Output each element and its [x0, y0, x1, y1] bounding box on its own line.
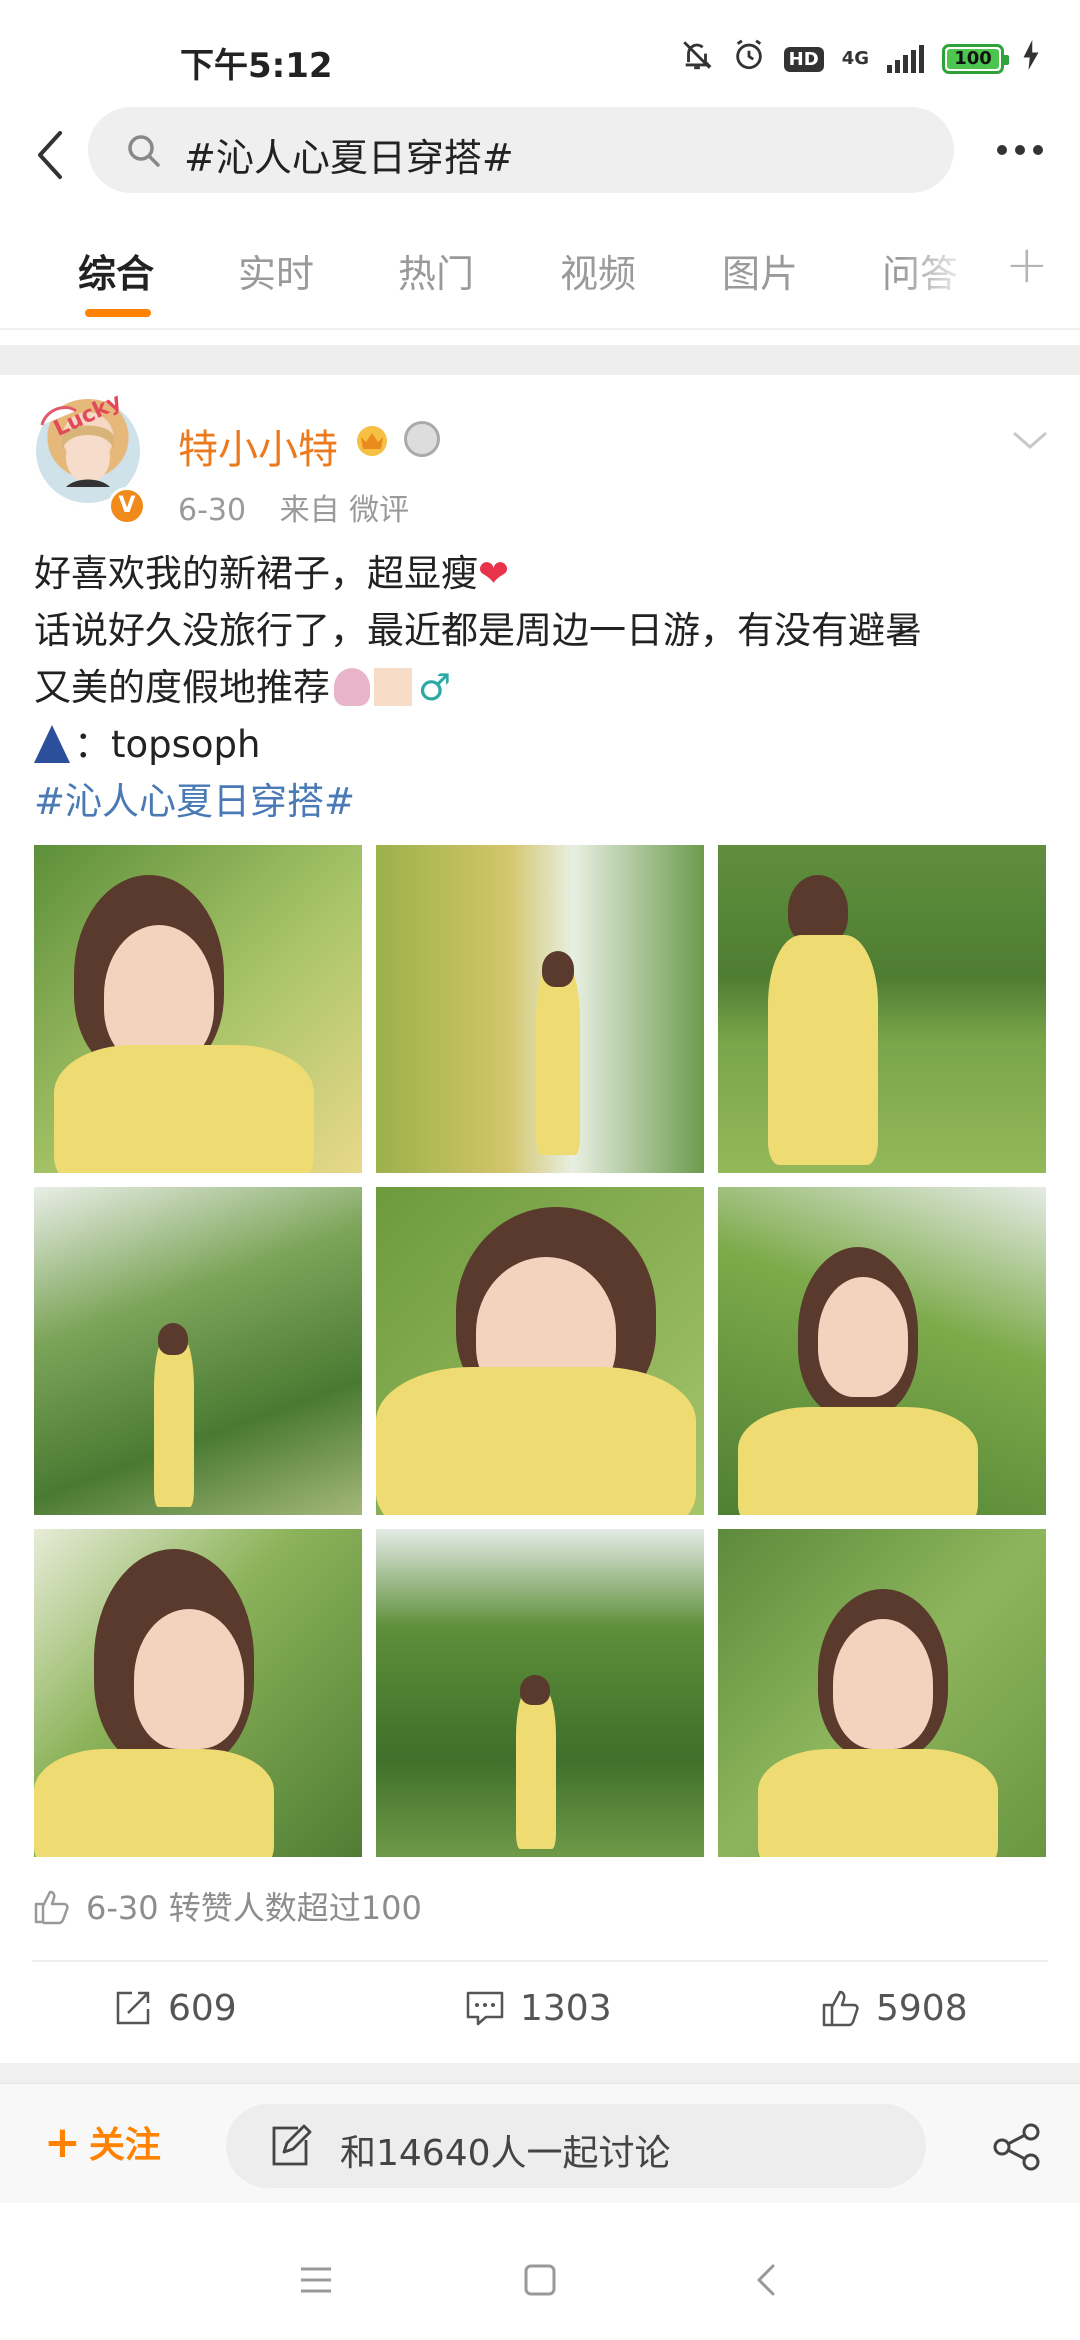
post-photo-9[interactable] — [718, 1529, 1046, 1857]
back-triangle-icon — [757, 2264, 775, 2296]
home-square-icon — [524, 2264, 556, 2296]
comment-icon — [466, 1991, 504, 2026]
discuss-label: 和14640人一起讨论 — [340, 2133, 671, 2174]
person-emoji-icon — [334, 668, 370, 706]
dress-emoji-icon — [34, 725, 70, 763]
repost-count: 609 — [168, 1987, 237, 2029]
hd-badge: HD — [783, 46, 824, 72]
search-header: #沁人心夏日穿搭# — [0, 105, 1080, 205]
add-tab-icon[interactable]: + — [1005, 235, 1049, 295]
post-photo-7[interactable] — [34, 1529, 362, 1857]
likers-summary[interactable]: 6-30 转赞人数超过100 — [32, 1883, 422, 1929]
plus-icon: + — [44, 2117, 81, 2168]
divider — [32, 1960, 1048, 1962]
medal-icon[interactable] — [404, 421, 440, 457]
tab-realtime[interactable]: 实时 — [238, 243, 314, 298]
signal-icon — [887, 45, 924, 73]
chevron-down-icon[interactable] — [1010, 425, 1050, 455]
post-photo-8[interactable] — [376, 1529, 704, 1857]
back-button[interactable] — [20, 120, 80, 190]
divider — [0, 328, 1080, 330]
menu-nav-button[interactable] — [286, 2250, 346, 2310]
post-source: 来自 微评 — [279, 493, 410, 528]
back-arrow-icon — [38, 131, 62, 179]
repost-button[interactable]: 609 — [112, 1987, 237, 2029]
search-query: #沁人心夏日穿搭# — [184, 136, 514, 180]
bottom-bar: + 关注 和14640人一起讨论 — [0, 2083, 1080, 2203]
status-icons: HD 4G 100 — [680, 38, 1040, 80]
repost-icon — [116, 1991, 150, 2025]
post-text: 好喜欢我的新裙子，超显瘦❤ 话说好久没旅行了，最近都是周边一日游，有没有避暑 又… — [34, 545, 1044, 830]
like-count: 5908 — [876, 1987, 968, 2029]
status-bar: 下午5:12 HD 4G 100 — [0, 0, 1080, 110]
tab-pictures[interactable]: 图片 — [722, 243, 798, 298]
vip-crown-icon[interactable] — [352, 419, 392, 459]
back-nav-button[interactable] — [736, 2250, 796, 2310]
share-icon[interactable] — [992, 2122, 1042, 2172]
image-grid — [34, 845, 1046, 1857]
comment-count: 1303 — [520, 1987, 612, 2029]
section-separator — [0, 345, 1080, 375]
like-icon — [822, 1990, 859, 2027]
tab-hot[interactable]: 热门 — [398, 243, 474, 298]
post-photo-2[interactable] — [376, 845, 704, 1173]
post-photo-5[interactable] — [376, 1187, 704, 1515]
edit-icon — [272, 2124, 312, 2166]
skin-tone-emoji-icon — [374, 668, 412, 706]
post-photo-1[interactable] — [34, 845, 362, 1173]
battery-level: 100 — [954, 48, 992, 69]
home-nav-button[interactable] — [510, 2250, 570, 2310]
post-actions: 609 1303 5908 — [0, 1967, 1080, 2057]
male-sign-emoji-icon: ♂ — [418, 666, 452, 709]
post-text-line: ：topsoph — [34, 716, 1044, 773]
search-input[interactable]: #沁人心夏日穿搭# — [88, 107, 954, 193]
menu-icon — [301, 2267, 331, 2293]
like-button[interactable]: 5908 — [820, 1987, 968, 2029]
thumbs-up-icon — [34, 1890, 69, 1925]
discuss-input[interactable]: 和14640人一起讨论 — [226, 2104, 926, 2188]
mute-icon — [680, 38, 714, 80]
post-text-line: 话说好久没旅行了，最近都是周边一日游，有没有避暑 — [34, 609, 922, 652]
post-text-line: 又美的度假地推荐 ♂ — [34, 666, 452, 709]
verified-badge-icon: V — [108, 487, 146, 525]
username[interactable]: 特小小特 — [178, 417, 338, 475]
post-date: 6-30 — [178, 493, 247, 528]
more-options-button[interactable] — [980, 120, 1060, 180]
active-tab-indicator — [85, 309, 151, 317]
battery-icon: 100 — [942, 44, 1009, 74]
post-photo-4[interactable] — [34, 1187, 362, 1515]
status-time: 下午5:12 — [180, 46, 333, 86]
tab-comprehensive[interactable]: 综合 — [78, 243, 154, 298]
post-photo-3[interactable] — [718, 845, 1046, 1173]
tab-video[interactable]: 视频 — [560, 243, 636, 298]
follow-button[interactable]: + 关注 — [44, 2116, 161, 2168]
section-separator — [0, 2063, 1080, 2083]
post-text-line: 好喜欢我的新裙子，超显瘦❤ — [34, 552, 510, 595]
post-hashtag[interactable]: #沁人心夏日穿搭# — [34, 773, 1044, 830]
comment-button[interactable]: 1303 — [464, 1987, 612, 2029]
post-meta: 6-30 来自 微评 — [178, 485, 433, 529]
heart-emoji-icon: ❤ — [478, 552, 510, 595]
post-photo-6[interactable] — [718, 1187, 1046, 1515]
search-icon — [128, 135, 160, 167]
alarm-icon — [732, 38, 766, 80]
post-card: Lucky V 特小小特 6-30 来自 微评 好喜欢我的新裙子，超显瘦❤ 话说… — [0, 375, 1080, 2060]
system-nav-bar — [0, 2210, 1080, 2340]
likers-text: 6-30 转赞人数超过100 — [86, 1889, 422, 1927]
charging-icon — [1022, 40, 1040, 78]
network-label: 4G — [841, 48, 869, 69]
tab-bar: 综合 实时 热门 视频 图片 问答 + — [0, 225, 1080, 330]
